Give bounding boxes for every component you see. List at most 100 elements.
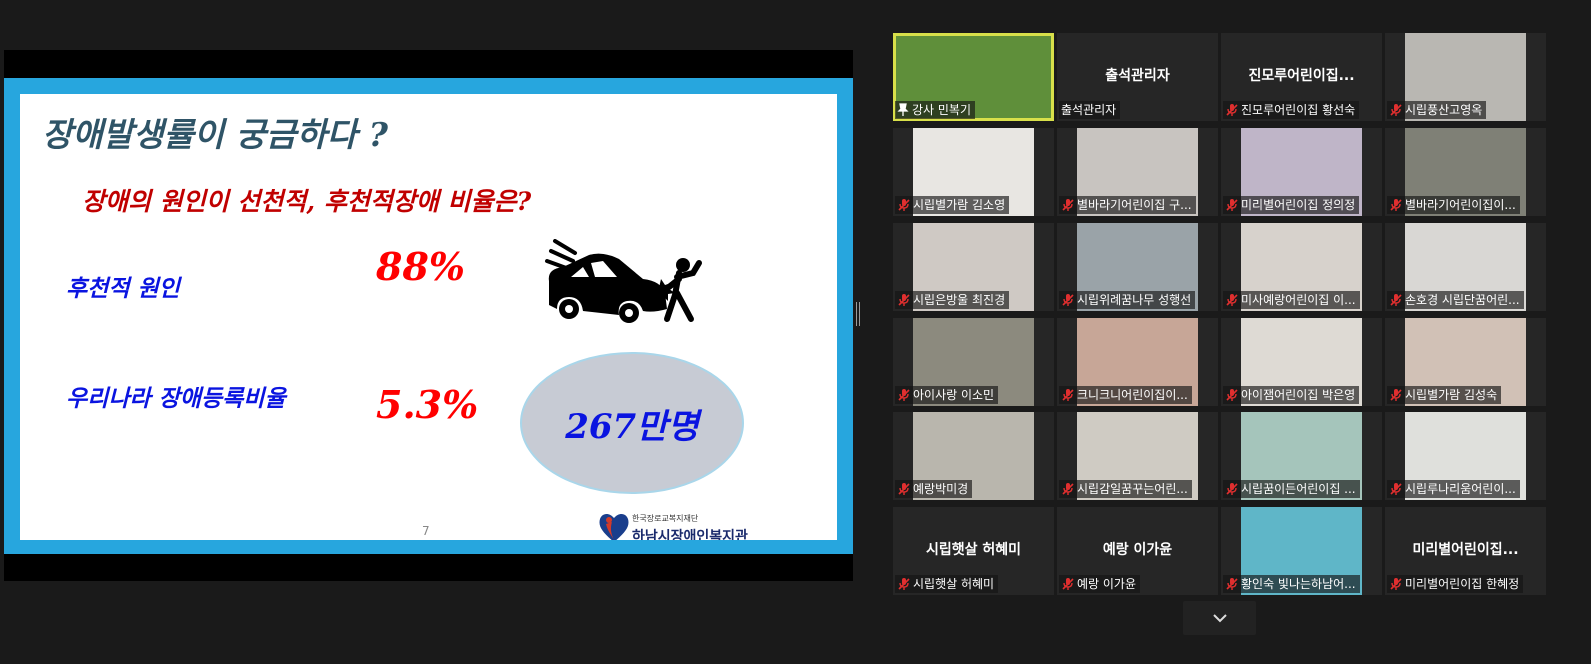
registration-rate-value: 5.3% bbox=[376, 382, 479, 427]
participant-name-label: 별바라기어린이집 구... bbox=[1059, 196, 1196, 214]
participant-tile[interactable]: 진모루어린이집... 진모루어린이집 황선숙 bbox=[1221, 33, 1382, 121]
participant-name-label: 시립별가람 김성숙 bbox=[1387, 386, 1502, 404]
participant-name: 황인숙 빛나는하남어... bbox=[1241, 577, 1356, 591]
participant-tile[interactable]: 예랑박미경 bbox=[893, 412, 1054, 500]
participant-tile[interactable]: 시립감일꿈꾸는어린... bbox=[1057, 412, 1218, 500]
participant-name: 미리별어린이집 정의정 bbox=[1241, 198, 1356, 212]
muted-mic-icon bbox=[1062, 389, 1074, 401]
participant-tile[interactable]: 미리별어린이집... 미리별어린이집 한혜정 bbox=[1385, 507, 1546, 595]
slide-frame: 장애발생률이 궁금하다 ? 장애의 원인이 선천적, 후천적장애 비율은? 후천… bbox=[4, 78, 853, 554]
participant-tile[interactable]: 아이잼어린이집 박은영 bbox=[1221, 318, 1382, 406]
muted-mic-icon bbox=[1062, 199, 1074, 211]
participant-name: 강사 민복기 bbox=[912, 103, 972, 117]
participant-tile[interactable]: 시립꿈이든어린이집 ... bbox=[1221, 412, 1382, 500]
participant-name-label: 시립루나리움어린이... bbox=[1387, 480, 1520, 498]
participant-name-label: 강사 민복기 bbox=[895, 101, 976, 119]
participant-name-label: 출석관리자 bbox=[1059, 101, 1121, 119]
muted-mic-icon bbox=[1062, 294, 1074, 306]
participant-name-label: 별바라기어린이집이... bbox=[1387, 196, 1520, 214]
participant-tile[interactable]: 손호경 시립단꿈어린... bbox=[1385, 223, 1546, 311]
participant-tile[interactable]: 시립별가람 김소영 bbox=[893, 128, 1054, 216]
muted-mic-icon bbox=[1390, 389, 1402, 401]
participant-name: 미사예랑어린이집 이... bbox=[1241, 293, 1356, 307]
muted-mic-icon bbox=[898, 294, 910, 306]
participant-name: 시립별가람 김소영 bbox=[913, 198, 1006, 212]
participant-name: 진모루어린이집 황선숙 bbox=[1241, 103, 1356, 117]
participant-name-label: 시립햇살 허혜미 bbox=[895, 575, 999, 593]
participant-name-label: 예랑박미경 bbox=[895, 480, 973, 498]
participant-name-label: 시립풍산고영옥 bbox=[1387, 101, 1487, 119]
participant-tile[interactable]: 미사예랑어린이집 이... bbox=[1221, 223, 1382, 311]
muted-mic-icon bbox=[898, 483, 910, 495]
muted-mic-icon bbox=[1226, 389, 1238, 401]
participant-tile[interactable]: 시립위례꿈나무 성행선 bbox=[1057, 223, 1218, 311]
participant-name: 손호경 시립단꿈어린... bbox=[1405, 293, 1520, 307]
participant-name-label: 미리별어린이집 한혜정 bbox=[1387, 575, 1524, 593]
participant-tile[interactable]: 황인숙 빛나는하남어... bbox=[1221, 507, 1382, 595]
participant-tile[interactable]: 시립루나리움어린이... bbox=[1385, 412, 1546, 500]
participant-name-label: 아이잼어린이집 박은영 bbox=[1223, 386, 1360, 404]
muted-mic-icon bbox=[1226, 104, 1238, 116]
shared-screen: 장애발생률이 궁금하다 ? 장애의 원인이 선천적, 후천적장애 비율은? 후천… bbox=[4, 50, 853, 581]
muted-mic-icon bbox=[1390, 578, 1402, 590]
participant-display-name: 시립햇살 허혜미 bbox=[925, 542, 1022, 558]
slide-question: 장애의 원인이 선천적, 후천적장애 비율은? bbox=[82, 187, 532, 216]
muted-mic-icon bbox=[1062, 483, 1074, 495]
organization-logo: 한국장로교복지재단 하남시장애인복지관 bbox=[598, 508, 748, 540]
participant-tile[interactable]: 시립햇살 허혜미 시립햇살 허혜미 bbox=[893, 507, 1054, 595]
participant-name-label: 시립감일꿈꾸는어린... bbox=[1059, 480, 1192, 498]
participant-display-name: 진모루어린이집... bbox=[1248, 68, 1355, 84]
slide-page-number: 7 bbox=[422, 524, 430, 538]
acquired-cause-value: 88% bbox=[376, 244, 465, 289]
participant-name: 예랑 이가윤 bbox=[1077, 577, 1137, 591]
participant-name-label: 시립꿈이든어린이집 ... bbox=[1223, 480, 1360, 498]
participant-display-name: 출석관리자 bbox=[1105, 68, 1170, 84]
panel-splitter-handle[interactable] bbox=[856, 302, 860, 326]
participant-name: 예랑박미경 bbox=[913, 482, 969, 496]
participant-display-name: 예랑 이가윤 bbox=[1102, 542, 1173, 558]
muted-mic-icon bbox=[898, 578, 910, 590]
muted-mic-icon bbox=[1226, 578, 1238, 590]
participant-name-label: 시립위례꿈나무 성행선 bbox=[1059, 291, 1196, 309]
participant-name: 별바라기어린이집 구... bbox=[1077, 198, 1192, 212]
participant-name-label: 시립은방울 최진경 bbox=[895, 291, 1010, 309]
participant-tile[interactable]: 시립풍산고영옥 bbox=[1385, 33, 1546, 121]
presentation-slide: 장애발생률이 궁금하다 ? 장애의 원인이 선천적, 후천적장애 비율은? 후천… bbox=[20, 94, 837, 540]
participant-tile[interactable]: 크니크니어린이집이... bbox=[1057, 318, 1218, 406]
participant-name: 시립햇살 허혜미 bbox=[913, 577, 995, 591]
gallery-scroll-down-button[interactable] bbox=[1183, 601, 1256, 635]
muted-mic-icon bbox=[1390, 483, 1402, 495]
participant-tile[interactable]: 미리별어린이집 정의정 bbox=[1221, 128, 1382, 216]
participant-tile[interactable]: 출석관리자 출석관리자 bbox=[1057, 33, 1218, 121]
participant-tile[interactable]: 예랑 이가윤 예랑 이가윤 bbox=[1057, 507, 1218, 595]
acquired-cause-label: 후천적 원인 bbox=[66, 275, 180, 302]
registered-count-oval: 267만명 bbox=[520, 352, 744, 494]
participant-tile[interactable]: 강사 민복기 bbox=[893, 33, 1054, 121]
participant-tile[interactable]: 아이사랑 이소민 bbox=[893, 318, 1054, 406]
heart-logo-icon bbox=[599, 514, 629, 540]
participant-tile[interactable]: 별바라기어린이집 구... bbox=[1057, 128, 1218, 216]
participant-name: 시립위례꿈나무 성행선 bbox=[1077, 293, 1192, 307]
participant-name: 시립감일꿈꾸는어린... bbox=[1077, 482, 1188, 496]
participant-tile[interactable]: 시립별가람 김성숙 bbox=[1385, 318, 1546, 406]
slide-title: 장애발생률이 궁금하다 ? bbox=[42, 115, 388, 154]
participant-name-label: 황인숙 빛나는하남어... bbox=[1223, 575, 1360, 593]
participant-name-label: 시립별가람 김소영 bbox=[895, 196, 1010, 214]
participant-name: 아이잼어린이집 박은영 bbox=[1241, 388, 1356, 402]
car-accident-icon bbox=[545, 239, 702, 323]
participant-tile[interactable]: 시립은방울 최진경 bbox=[893, 223, 1054, 311]
muted-mic-icon bbox=[1226, 294, 1238, 306]
participant-name: 시립꿈이든어린이집 ... bbox=[1241, 482, 1356, 496]
muted-mic-icon bbox=[1390, 199, 1402, 211]
participant-name-label: 손호경 시립단꿈어린... bbox=[1387, 291, 1524, 309]
muted-mic-icon bbox=[1062, 578, 1074, 590]
muted-mic-icon bbox=[898, 389, 910, 401]
muted-mic-icon bbox=[1390, 104, 1402, 116]
participant-name-label: 크니크니어린이집이... bbox=[1059, 386, 1192, 404]
participant-name-label: 아이사랑 이소민 bbox=[895, 386, 999, 404]
participant-tile[interactable]: 별바라기어린이집이... bbox=[1385, 128, 1546, 216]
registered-count-value: 267만명 bbox=[565, 406, 699, 447]
participant-name: 별바라기어린이집이... bbox=[1405, 198, 1516, 212]
organization-subtitle: 한국장로교복지재단 bbox=[632, 514, 699, 523]
chevron-down-icon bbox=[1212, 614, 1227, 623]
